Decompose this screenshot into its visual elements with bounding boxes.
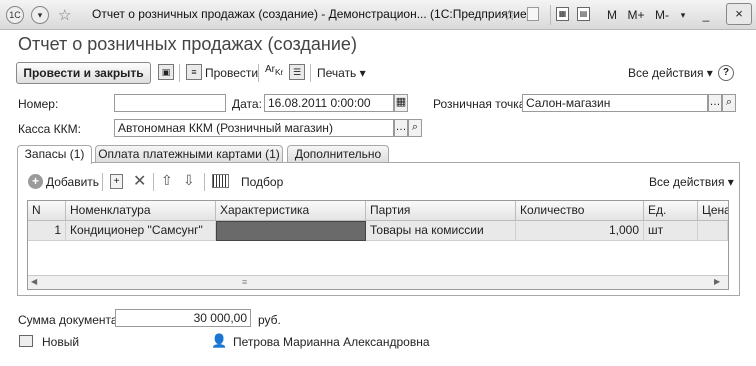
number-field[interactable] (114, 94, 226, 112)
window-title: Отчет о розничных продажах (создание) - … (92, 7, 531, 21)
save-icon[interactable]: ▣ (158, 64, 174, 80)
number-label: Номер: (18, 97, 59, 111)
outlet-field[interactable]: Салон-магазин (522, 94, 708, 112)
page-title: Отчет о розничных продажах (создание) (18, 34, 357, 54)
tab-inventory[interactable]: Запасы (1) (17, 145, 92, 164)
all-actions-menu[interactable]: Все действия ▾ (628, 66, 713, 80)
memory-button[interactable]: M (604, 5, 620, 25)
currency-label: руб. (258, 313, 281, 327)
column-header-n[interactable]: N (28, 201, 66, 221)
scroll-right-icon[interactable]: ▶ (714, 277, 720, 286)
document-total-label: Сумма документа: (18, 313, 121, 327)
author-name: Петрова Марианна Александровна (233, 335, 430, 349)
memory-minus-button[interactable]: M- (651, 5, 673, 25)
calendar-icon[interactable]: ▦ (556, 7, 569, 21)
inventory-table: N Номенклатура Характеристика Партия Кол… (27, 200, 729, 290)
post-button[interactable]: Провести (205, 66, 258, 80)
add-button[interactable]: Добавить (46, 175, 99, 189)
register-select-button[interactable]: … (394, 119, 408, 137)
date-field[interactable]: 16.08.2011 0:00:00 (264, 94, 394, 112)
memory-plus-button[interactable]: M+ (625, 5, 647, 25)
toolbar-separator (179, 64, 180, 82)
barcode-icon[interactable] (212, 174, 229, 188)
toolbar-separator (258, 64, 259, 82)
user-icon: 👤 (211, 333, 228, 348)
cell-price[interactable] (698, 221, 728, 241)
date-label: Дата: (232, 97, 262, 111)
calculator-icon[interactable]: ▤ (577, 7, 590, 21)
toolbar-separator (310, 64, 311, 82)
document-icon[interactable] (527, 7, 539, 21)
cell-batch[interactable]: Товары на комиссии (366, 221, 516, 241)
help-button[interactable]: ? (718, 65, 734, 81)
window-menu-icon[interactable]: ▾ (31, 6, 49, 24)
calendar-picker-icon[interactable]: ▦ (394, 94, 408, 112)
toolbar-separator (153, 173, 154, 191)
toolbar-separator (550, 5, 551, 25)
status-document-icon (19, 335, 33, 347)
cell-characteristic-selected[interactable] (216, 221, 366, 241)
structure-icon[interactable]: ☰ (289, 64, 305, 80)
minimize-button[interactable]: _ (697, 5, 715, 25)
column-header-quantity[interactable]: Количество (516, 201, 644, 221)
cell-item[interactable]: Кондиционер "Самсунг" (66, 221, 216, 241)
cell-n[interactable]: 1 (28, 221, 66, 241)
move-down-icon[interactable]: ⇩ (183, 172, 195, 189)
document-total-field: 30 000,00 (115, 309, 251, 327)
cell-quantity[interactable]: 1,000 (516, 221, 644, 241)
post-and-close-button[interactable]: Провести и закрыть (16, 62, 151, 84)
app-logo-icon[interactable]: 1C (6, 6, 24, 24)
toolbar-separator (204, 173, 205, 191)
column-header-batch[interactable]: Партия (366, 201, 516, 221)
add-icon[interactable]: + (28, 174, 43, 189)
column-header-characteristic[interactable]: Характеристика (216, 201, 366, 221)
move-up-icon[interactable]: ⇧ (161, 172, 173, 189)
scroll-left-icon[interactable]: ◀ (31, 277, 37, 286)
column-header-price[interactable]: Цена (698, 201, 728, 221)
register-label: Касса ККМ: (18, 122, 81, 136)
toolbar-separator (102, 173, 103, 191)
tab-additional[interactable]: Дополнительно (287, 145, 389, 163)
outlet-select-button[interactable]: … (708, 94, 722, 112)
pick-button[interactable]: Подбор (241, 175, 283, 189)
window-title-bar: 1C ▾ ☆ Отчет о розничных продажах (созда… (0, 0, 756, 30)
favorite-star-icon[interactable]: ☆ (58, 6, 71, 24)
dropdown-arrow-icon[interactable]: ▾ (677, 5, 689, 25)
status-text: Новый (42, 335, 80, 349)
delete-icon[interactable]: ✕ (133, 171, 146, 191)
post-icon[interactable]: ≡ (186, 64, 202, 80)
table-row[interactable]: 1 Кондиционер "Самсунг" Товары на комисс… (28, 221, 728, 241)
outlet-label: Розничная точка: (433, 97, 529, 111)
column-header-item[interactable]: Номенклатура (66, 201, 216, 221)
copy-icon[interactable]: + (110, 174, 123, 189)
horizontal-scrollbar[interactable]: ◀ ≡ ▶ (28, 275, 728, 289)
close-button[interactable]: × (726, 3, 752, 25)
column-header-unit[interactable]: Ед. (644, 201, 698, 221)
outlet-open-icon[interactable]: ⌕ (722, 94, 736, 112)
register-field[interactable]: Автономная ККМ (Розничный магазин) (114, 119, 394, 137)
scroll-thumb-grip[interactable]: ≡ (242, 277, 247, 287)
register-open-icon[interactable]: ⌕ (408, 119, 422, 137)
movements-icon[interactable]: ArKr (265, 64, 283, 77)
tab-card-payments[interactable]: Оплата платежными картами (1) (95, 145, 283, 163)
print-menu-button[interactable]: Печать ▾ (317, 66, 366, 80)
favorite-star-icon-2[interactable]: ☆ (503, 6, 516, 24)
cell-unit[interactable]: шт (644, 221, 698, 241)
panel-all-actions-menu[interactable]: Все действия ▾ (649, 175, 734, 189)
